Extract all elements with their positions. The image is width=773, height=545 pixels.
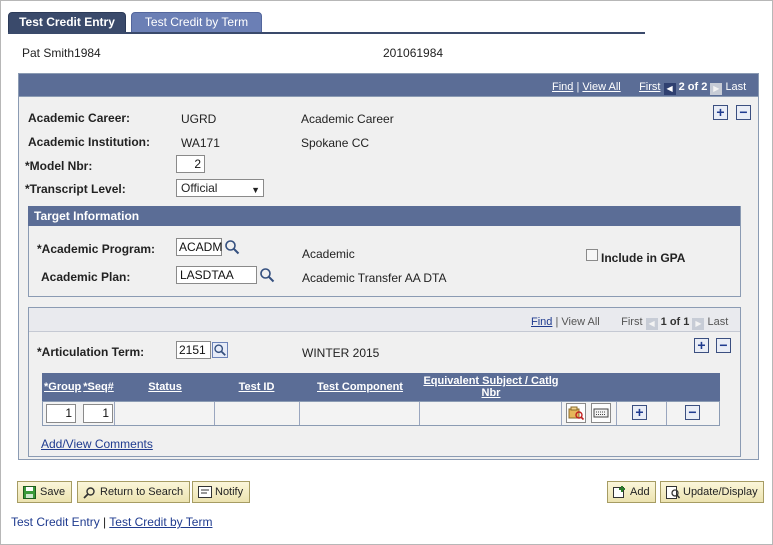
folder-search-icon bbox=[568, 406, 585, 421]
add-label: Add bbox=[630, 486, 650, 498]
grid-sep bbox=[299, 402, 300, 425]
comments-icon[interactable] bbox=[591, 403, 611, 423]
equivalent-course-icon[interactable] bbox=[566, 403, 586, 423]
grid-header-test-id[interactable]: Test ID bbox=[215, 381, 298, 393]
articulation-term-desc: WINTER 2015 bbox=[302, 346, 380, 360]
articulation-delete-row-button[interactable]: − bbox=[716, 338, 731, 353]
tab-test-credit-entry[interactable]: Test Credit Entry bbox=[8, 12, 126, 33]
grid-header-equivalent-subject[interactable]: Equivalent Subject / Catlg Nbr bbox=[422, 375, 560, 399]
articulation-view-all: View All bbox=[561, 316, 600, 328]
add-view-comments-link[interactable]: Add/View Comments bbox=[41, 437, 153, 451]
add-row-button[interactable]: + bbox=[713, 105, 728, 120]
footer-links: Test Credit Entry | Test Credit by Term bbox=[11, 515, 212, 529]
grid-sep bbox=[214, 402, 215, 425]
find-link[interactable]: Find bbox=[552, 81, 573, 93]
update-display-icon bbox=[666, 486, 680, 499]
save-button[interactable]: Save bbox=[17, 481, 73, 503]
academic-plan-input[interactable]: LASDTAA bbox=[176, 266, 257, 284]
academic-program-lookup-icon[interactable] bbox=[224, 239, 240, 255]
update-display-button[interactable]: Update/Display bbox=[660, 481, 764, 503]
academic-plan-lookup-icon[interactable] bbox=[259, 267, 275, 283]
notify-icon bbox=[198, 486, 212, 498]
academic-career-label: Academic Career: bbox=[28, 111, 131, 125]
return-to-search-button[interactable]: Return to Search bbox=[77, 481, 191, 503]
transcript-level-label: *Transcript Level: bbox=[25, 182, 126, 196]
include-in-gpa-label: Include in GPA bbox=[601, 251, 686, 265]
next-arrow-icon: ▶ bbox=[710, 83, 723, 95]
model-nbr-input[interactable]: 2 bbox=[176, 155, 205, 173]
search-back-icon bbox=[83, 487, 95, 499]
main-nav: Find | View All First ◀ 2 of 2 ▶ Last bbox=[552, 81, 746, 95]
target-information-header: Target Information bbox=[28, 206, 740, 226]
include-in-gpa-checkbox[interactable] bbox=[586, 249, 598, 261]
academic-plan-label: Academic Plan: bbox=[41, 270, 131, 284]
keyboard-icon bbox=[593, 408, 609, 418]
articulation-term-input[interactable]: 2151 bbox=[176, 341, 211, 359]
update-display-label: Update/Display bbox=[683, 486, 758, 498]
add-button[interactable]: Add bbox=[607, 481, 656, 503]
academic-career-value: UGRD bbox=[181, 112, 217, 126]
articulation-nav-separator: | bbox=[555, 316, 559, 328]
tab-test-credit-by-term[interactable]: Test Credit by Term bbox=[131, 12, 262, 33]
grid-header-group[interactable]: *Group bbox=[44, 381, 81, 393]
articulation-last: Last bbox=[707, 316, 729, 328]
academic-plan-desc: Academic Transfer AA DTA bbox=[302, 271, 447, 285]
academic-program-input[interactable]: ACADM bbox=[176, 238, 222, 256]
grid-header-seq[interactable]: *Seq# bbox=[83, 381, 114, 393]
grid-sep bbox=[616, 402, 617, 425]
footer-test-credit-entry-link[interactable]: Test Credit Entry bbox=[11, 515, 100, 529]
articulation-nav: Find | View All First ◀ 1 of 1 ▶ Last bbox=[531, 316, 728, 330]
save-label: Save bbox=[40, 486, 66, 498]
articulation-row-count: 1 of 1 bbox=[660, 316, 690, 328]
dropdown-arrow-icon: ▼ bbox=[251, 185, 260, 195]
grid-header-test-component[interactable]: Test Component bbox=[300, 381, 420, 393]
grid-delete-row-button[interactable]: − bbox=[685, 405, 700, 420]
tab-underline bbox=[8, 32, 645, 34]
group-input[interactable]: 1 bbox=[46, 404, 76, 423]
seq-input[interactable]: 1 bbox=[83, 404, 113, 423]
academic-program-label: *Academic Program: bbox=[37, 242, 156, 256]
footer-test-credit-by-term-link[interactable]: Test Credit by Term bbox=[109, 515, 212, 529]
articulation-term-label: *Articulation Term: bbox=[37, 345, 145, 359]
academic-institution-value: WA171 bbox=[181, 136, 220, 150]
articulation-first: First bbox=[621, 316, 643, 328]
articulation-next-arrow-icon: ▶ bbox=[692, 318, 705, 330]
academic-career-desc: Academic Career bbox=[301, 112, 394, 126]
grid-sep bbox=[561, 402, 562, 425]
add-record-icon bbox=[613, 486, 625, 498]
transcript-level-value: Official bbox=[181, 181, 218, 195]
row-count: 2 of 2 bbox=[678, 81, 708, 93]
academic-institution-desc: Spokane CC bbox=[301, 136, 370, 150]
grid-row bbox=[42, 401, 720, 426]
grid-add-row-button[interactable]: + bbox=[632, 405, 647, 420]
notify-button[interactable]: Notify bbox=[192, 481, 251, 503]
transcript-level-select[interactable]: Official ▼ bbox=[176, 179, 264, 197]
academic-institution-label: Academic Institution: bbox=[28, 135, 151, 149]
view-all-link[interactable]: View All bbox=[582, 81, 620, 93]
articulation-previous-arrow-icon: ◀ bbox=[645, 318, 658, 330]
grid-header-status[interactable]: Status bbox=[130, 381, 200, 393]
model-nbr-label: *Model Nbr: bbox=[25, 159, 93, 173]
articulation-find-link[interactable]: Find bbox=[531, 316, 552, 328]
grid-sep bbox=[666, 402, 667, 425]
articulation-term-lookup-icon[interactable] bbox=[212, 342, 228, 358]
last-label: Last bbox=[725, 81, 747, 93]
nav-separator: | bbox=[576, 81, 580, 93]
delete-row-button[interactable]: − bbox=[736, 105, 751, 120]
first-link[interactable]: First bbox=[639, 81, 660, 93]
footer-separator: | bbox=[103, 515, 107, 529]
student-id: 201061984 bbox=[383, 46, 444, 60]
previous-arrow-icon[interactable]: ◀ bbox=[663, 83, 676, 95]
academic-program-desc: Academic bbox=[302, 247, 355, 261]
notify-label: Notify bbox=[215, 486, 244, 498]
student-name: Pat Smith1984 bbox=[22, 46, 101, 60]
grid-sep bbox=[419, 402, 420, 425]
save-icon bbox=[23, 486, 36, 499]
grid-sep bbox=[114, 402, 115, 425]
return-to-search-label: Return to Search bbox=[100, 486, 184, 498]
main-nav-bar-divider bbox=[19, 96, 758, 97]
articulation-add-row-button[interactable]: + bbox=[694, 338, 709, 353]
